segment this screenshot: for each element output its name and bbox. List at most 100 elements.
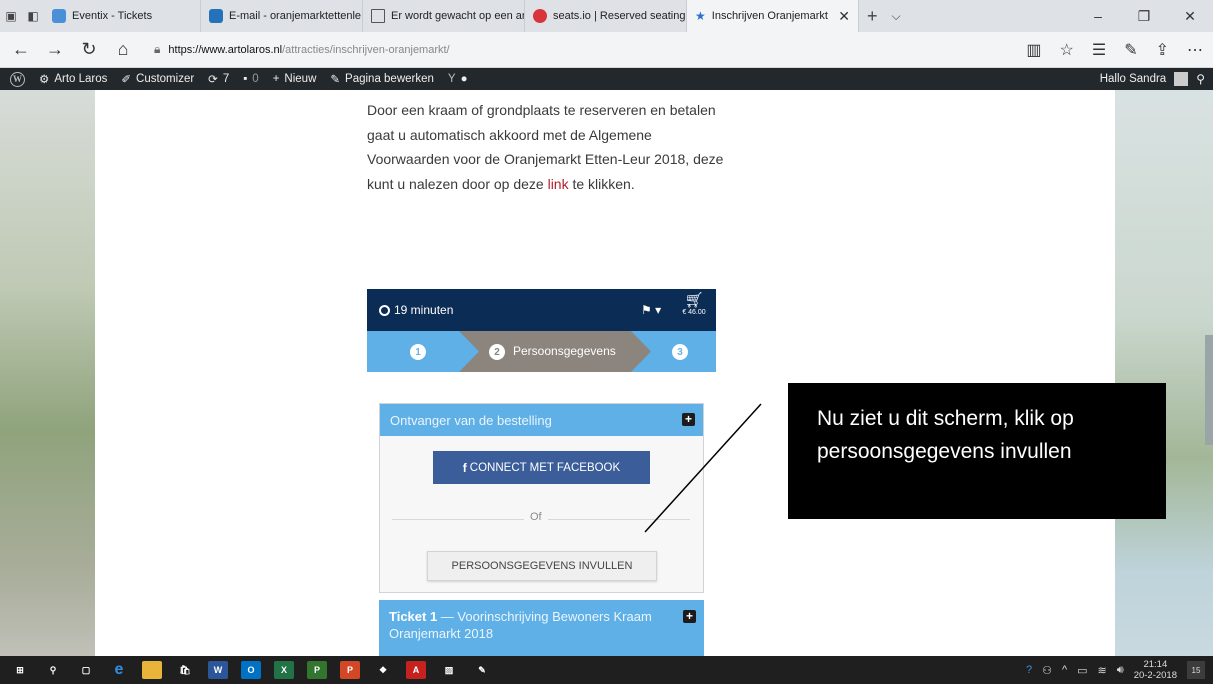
url-field[interactable]: 🔒︎ https://www.artolaros.nl/attracties/i… xyxy=(148,38,968,62)
more-icon[interactable]: ⋯ xyxy=(1187,40,1203,60)
clock-icon xyxy=(379,304,390,316)
back-arrow-icon[interactable]: ← xyxy=(4,39,38,60)
wp-customizer[interactable]: ✐ Customizer xyxy=(121,72,194,86)
new-tab-button[interactable]: + xyxy=(867,6,878,27)
url-path: /attracties/inschrijven-oranjemarkt/ xyxy=(282,43,450,56)
background-image-left xyxy=(0,90,95,656)
share-icon[interactable]: ⇪ xyxy=(1156,40,1169,60)
dashboard-icon: ⚙ xyxy=(39,74,50,86)
minimize-button[interactable]: – xyxy=(1075,8,1121,24)
ticket-panel-header[interactable]: Ticket 1 — Voorinschrijving Bewoners Kra… xyxy=(379,600,704,656)
search-icon[interactable]: ⚲ xyxy=(43,661,63,679)
word-icon[interactable]: W xyxy=(208,661,228,679)
step-1[interactable]: 1 xyxy=(410,344,426,360)
star-icon: ★ xyxy=(695,9,706,23)
pencil-icon: ✎ xyxy=(330,74,341,86)
cart[interactable]: 🛒︎ € 46.00 xyxy=(677,292,711,317)
step-2[interactable]: 2 xyxy=(489,344,505,360)
cart-icon: 🛒︎ xyxy=(684,292,704,309)
ticket-widget-header: 19 minuten ⚑ ▾ 🛒︎ € 46.00 xyxy=(367,289,716,331)
wp-yoast[interactable]: Y ● xyxy=(448,73,468,85)
countdown-timer: 19 minuten xyxy=(379,303,453,317)
expand-plus-icon[interactable]: + xyxy=(683,610,696,623)
tab-actions-icon[interactable]: ▣ xyxy=(0,9,22,23)
set-aside-tabs-icon[interactable]: ◧ xyxy=(22,9,44,23)
dropbox-icon[interactable]: ❖ xyxy=(373,661,393,679)
terms-link[interactable]: link xyxy=(548,176,569,192)
acrobat-icon[interactable]: A xyxy=(406,661,426,679)
pen-notes-icon[interactable]: ✎ xyxy=(1124,40,1137,60)
comment-icon: ▪ xyxy=(243,73,248,85)
connect-facebook-button[interactable]: f CONNECT MET FACEBOOK xyxy=(433,451,650,484)
avatar[interactable] xyxy=(1174,72,1189,86)
brush-icon: ✐ xyxy=(121,74,132,86)
wp-new[interactable]: + Nieuw xyxy=(273,73,317,85)
forward-arrow-icon[interactable]: → xyxy=(38,39,72,60)
store-icon[interactable]: 🛍︎ xyxy=(175,661,195,679)
help-icon[interactable]: ? xyxy=(1026,664,1032,676)
restore-button[interactable]: ❐ xyxy=(1121,8,1167,25)
favorite-star-icon[interactable]: ☆ xyxy=(1060,40,1074,60)
excel-icon[interactable]: X xyxy=(274,661,294,679)
tab-title: Inschrijven Oranjemarkt xyxy=(711,10,828,22)
windows-start-icon[interactable]: ⊞ xyxy=(10,661,30,679)
recipient-panel-header[interactable]: Ontvanger van de bestelling + xyxy=(380,404,703,436)
reading-view-icon[interactable]: ▥ xyxy=(1026,40,1041,60)
tab-title: E-mail - oranjemarktettenle xyxy=(229,10,362,22)
tab-title: Er wordt gewacht op een ar xyxy=(391,10,525,22)
tab-title: Eventix - Tickets xyxy=(72,10,153,22)
address-bar: ← → ↻ ⌂ 🔒︎ https://www.artolaros.nl/attr… xyxy=(0,32,1213,68)
edge-icon[interactable]: e xyxy=(109,661,129,679)
tab-waiting[interactable]: Er wordt gewacht op een ar xyxy=(363,0,525,32)
wp-updates[interactable]: ⟳ 7 xyxy=(208,72,229,86)
tab-preview-chevron-icon[interactable]: ⌵ xyxy=(892,9,901,24)
or-label: Of xyxy=(524,511,548,523)
wp-greeting[interactable]: Hallo Sandra xyxy=(1100,73,1166,85)
wp-site-name[interactable]: ⚙ Arto Laros xyxy=(39,72,107,86)
expand-plus-icon[interactable]: + xyxy=(682,413,695,426)
tab-seatsio[interactable]: seats.io | Reserved seating f xyxy=(525,0,687,32)
paint-icon[interactable]: ✎ xyxy=(472,661,492,679)
photos-icon[interactable]: ▨ xyxy=(439,661,459,679)
favorites-hub-icon[interactable]: ☰ xyxy=(1092,40,1106,60)
project-icon[interactable]: P xyxy=(307,661,327,679)
home-icon[interactable]: ⌂ xyxy=(106,39,140,60)
status-dot-icon: ● xyxy=(460,73,468,85)
fill-personal-details-button[interactable]: PERSOONSGEGEVENS INVULLEN xyxy=(427,551,657,581)
battery-icon[interactable]: ▭ xyxy=(1077,664,1087,677)
notification-center-icon[interactable]: 15 xyxy=(1187,661,1205,679)
close-tab-icon[interactable]: ✕ xyxy=(838,8,850,25)
step-3[interactable]: 3 xyxy=(672,344,688,360)
cart-total: € 46.00 xyxy=(682,309,706,316)
windows-taskbar: ⊞ ⚲ ▢ e 🛍︎ W O X P P ❖ A ▨ ✎ ? ⚇ ^ ▭ ≋ 🔊… xyxy=(0,656,1213,684)
powerpoint-icon[interactable]: P xyxy=(340,661,360,679)
instruction-callout: Nu ziet u dit scherm, klik op persoonsge… xyxy=(788,383,1166,519)
taskbar-clock[interactable]: 21:14 20-2-2018 xyxy=(1134,659,1177,681)
tab-inschrijven[interactable]: ★ Inschrijven Oranjemarkt ✕ xyxy=(687,0,859,32)
plus-icon: + xyxy=(272,73,280,85)
wp-edit-page[interactable]: ✎ Pagina bewerken xyxy=(330,72,434,86)
wp-admin-bar: W ⚙ Arto Laros ✐ Customizer ⟳ 7 ▪ 0 + Nieuw ✎… xyxy=(0,68,1213,90)
search-icon[interactable]: ⚲ xyxy=(1196,72,1205,86)
background-image-right xyxy=(1115,90,1213,656)
language-flag-icon[interactable]: ⚑ ▾ xyxy=(641,303,661,317)
file-explorer-icon[interactable] xyxy=(142,661,162,679)
people-icon[interactable]: ⚇ xyxy=(1042,664,1052,677)
wifi-icon[interactable]: ≋ xyxy=(1098,664,1107,677)
refresh-icon[interactable]: ↻ xyxy=(72,39,106,60)
volume-icon[interactable]: 🔊︎ xyxy=(1117,664,1124,677)
browser-toolbar-right: ▥ ☆ ☰ ✎ ⇪ ⋯ xyxy=(1026,32,1203,68)
ticket-title: Ticket 1 xyxy=(389,609,438,624)
close-window-button[interactable]: ✕ xyxy=(1167,8,1213,25)
tray-chevron-up-icon[interactable]: ^ xyxy=(1062,664,1067,676)
wp-comments[interactable]: ▪ 0 xyxy=(243,73,258,85)
tab-eventix[interactable]: Eventix - Tickets xyxy=(44,0,201,32)
step-2-label: Persoonsgegevens xyxy=(513,344,616,358)
outlook-icon[interactable]: O xyxy=(241,661,261,679)
tab-email[interactable]: E-mail - oranjemarktettenle xyxy=(201,0,363,32)
page-icon xyxy=(371,9,385,23)
wordpress-logo-icon[interactable]: W xyxy=(10,71,25,87)
outlook-icon xyxy=(209,9,223,23)
scrollbar-thumb[interactable] xyxy=(1205,335,1213,445)
task-view-icon[interactable]: ▢ xyxy=(76,661,96,679)
